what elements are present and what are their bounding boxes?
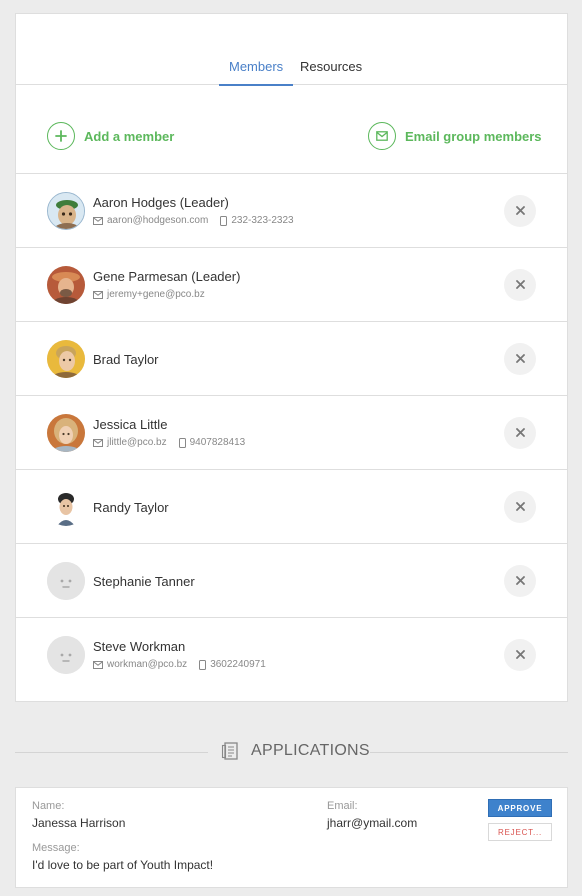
remove-member-button[interactable] — [504, 491, 536, 523]
reject-button[interactable]: REJECT... — [488, 823, 552, 841]
application-card: Name: Janessa Harrison Email: jharr@ymai… — [15, 787, 568, 888]
member-row: Gene Parmesan (Leader) jeremy+gene@pco.b… — [16, 248, 567, 322]
envelope-icon — [93, 290, 103, 299]
member-name[interactable]: Gene Parmesan (Leader) — [93, 269, 240, 284]
member-phone[interactable]: 9407828413 — [190, 437, 246, 448]
applicant-message: I'd love to be part of Youth Impact! — [32, 858, 214, 872]
member-email[interactable]: jeremy+gene@pco.bz — [107, 289, 205, 300]
applicant-email[interactable]: jharr@ymail.com — [327, 816, 417, 830]
member-name[interactable]: Stephanie Tanner — [93, 574, 195, 589]
member-row: Stephanie Tanner — [16, 544, 567, 618]
member-row: Aaron Hodges (Leader) aaron@hodgeson.com… — [16, 174, 567, 248]
remove-member-button[interactable] — [504, 269, 536, 301]
avatar[interactable] — [47, 340, 85, 378]
remove-member-button[interactable] — [504, 639, 536, 671]
close-icon — [515, 276, 525, 294]
tab-members-label: Members — [229, 59, 284, 74]
member-email[interactable]: jlittle@pco.bz — [107, 437, 167, 448]
applicant-name: Janessa Harrison — [32, 816, 126, 830]
email-group-label: Email group members — [405, 128, 542, 144]
envelope-icon — [93, 660, 103, 669]
envelope-icon — [368, 122, 396, 150]
member-actions: Add a member Email group members — [16, 86, 567, 174]
close-icon — [515, 202, 525, 220]
plus-icon — [47, 122, 75, 150]
tab-bar: Members Resources — [16, 14, 567, 86]
message-label: Message: — [32, 842, 80, 854]
avatar[interactable] — [47, 488, 85, 526]
close-icon — [515, 424, 525, 442]
tab-resources[interactable]: Resources — [300, 59, 362, 85]
remove-member-button[interactable] — [504, 195, 536, 227]
remove-member-button[interactable] — [504, 417, 536, 449]
tab-members[interactable]: Members — [219, 59, 294, 86]
member-phone[interactable]: 3602240971 — [210, 659, 266, 670]
member-row: Randy Taylor — [16, 470, 567, 544]
member-contact: aaron@hodgeson.com 232-323-2323 — [93, 215, 294, 226]
close-icon — [515, 498, 525, 516]
member-name[interactable]: Randy Taylor — [93, 500, 169, 515]
close-icon — [515, 646, 525, 664]
member-contact: workman@pco.bz 3602240971 — [93, 659, 266, 670]
divider — [15, 752, 208, 753]
close-icon — [515, 572, 525, 590]
remove-member-button[interactable] — [504, 565, 536, 597]
email-label: Email: — [327, 800, 358, 812]
avatar[interactable] — [47, 192, 85, 230]
member-name[interactable]: Brad Taylor — [93, 352, 159, 367]
avatar[interactable] — [47, 266, 85, 304]
member-row: Brad Taylor — [16, 322, 567, 396]
avatar-placeholder[interactable] — [47, 636, 85, 674]
phone-icon — [199, 659, 207, 670]
member-list: Aaron Hodges (Leader) aaron@hodgeson.com… — [16, 174, 567, 692]
phone-icon — [220, 215, 228, 226]
member-email[interactable]: workman@pco.bz — [107, 659, 187, 670]
applications-title-label: APPLICATIONS — [251, 742, 370, 759]
member-contact: jeremy+gene@pco.bz — [93, 289, 205, 300]
phone-icon — [178, 437, 186, 448]
avatar-placeholder[interactable] — [47, 562, 85, 600]
member-name[interactable]: Jessica Little — [93, 417, 167, 432]
divider — [370, 752, 568, 753]
add-member-button[interactable]: Add a member — [47, 122, 174, 150]
member-name[interactable]: Aaron Hodges (Leader) — [93, 195, 229, 210]
add-member-label: Add a member — [84, 128, 175, 144]
approve-button[interactable]: APPROVE — [488, 799, 552, 817]
applications-header: APPLICATIONS — [15, 736, 568, 766]
member-phone[interactable]: 232-323-2323 — [231, 215, 293, 226]
remove-member-button[interactable] — [504, 343, 536, 375]
member-row: Jessica Little jlittle@pco.bz 9407828413 — [16, 396, 567, 470]
tab-resources-label: Resources — [300, 59, 363, 74]
applications-title: APPLICATIONS — [221, 741, 370, 761]
member-email[interactable]: aaron@hodgeson.com — [107, 215, 208, 226]
document-icon — [221, 741, 241, 761]
member-row: Steve Workman workman@pco.bz 3602240971 — [16, 618, 567, 692]
close-icon — [515, 350, 525, 368]
envelope-icon — [93, 216, 103, 225]
member-contact: jlittle@pco.bz 9407828413 — [93, 437, 245, 448]
email-group-button[interactable]: Email group members — [368, 122, 542, 150]
member-name[interactable]: Steve Workman — [93, 639, 185, 654]
envelope-icon — [93, 438, 103, 447]
members-card: Members Resources Add a member Email gro… — [15, 13, 568, 702]
avatar[interactable] — [47, 414, 85, 452]
name-label: Name: — [32, 800, 65, 812]
